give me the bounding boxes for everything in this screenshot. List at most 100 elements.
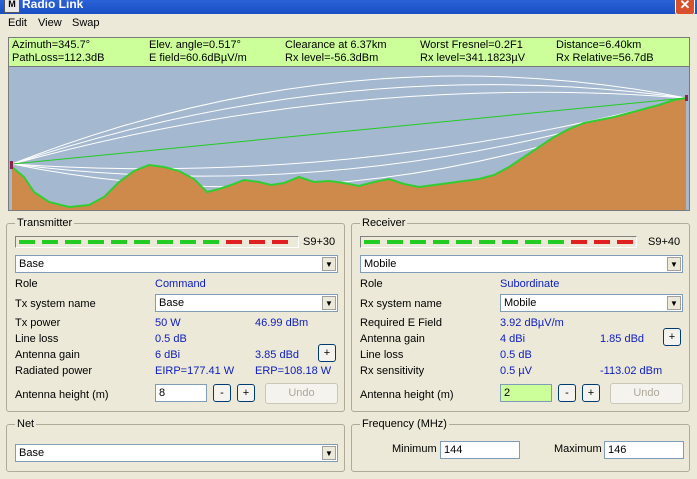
rx-meter-segment xyxy=(433,240,449,244)
tx-unit-dropdown[interactable]: Base ▼ xyxy=(15,255,338,273)
rx-system-value: Mobile xyxy=(504,297,537,309)
net-title: Net xyxy=(15,418,37,430)
tx-system-dropdown[interactable]: Base ▼ xyxy=(155,294,338,312)
receiver-group: Receiver S9+40 Mobile ▼ Role Subordinate… xyxy=(351,217,690,412)
rx-meter-segment xyxy=(502,240,518,244)
frequency-max-label: Maximum xyxy=(554,443,602,455)
chevron-down-icon[interactable]: ▼ xyxy=(667,257,681,271)
frequency-group: Frequency (MHz) Minimum 144 Maximum 146 xyxy=(351,418,690,472)
app-icon: M xyxy=(4,0,20,13)
menu-bar: Edit View Swap xyxy=(0,14,697,34)
net-group: Net Base ▼ xyxy=(6,418,345,472)
tx-antenna-marker xyxy=(10,161,13,169)
link-info-table: Azimuth=345.7° Elev. angle=0.517° Cleara… xyxy=(8,37,690,67)
tx-unit-value: Base xyxy=(19,258,45,270)
info-azimuth: Azimuth=345.7° xyxy=(12,39,91,51)
tx-height-minus-button[interactable]: - xyxy=(213,384,231,402)
tx-height-plus-button[interactable]: + xyxy=(237,384,255,402)
close-button[interactable]: ✕ xyxy=(675,0,695,14)
rx-height-minus-button[interactable]: - xyxy=(558,384,576,402)
terrain-profile-graphic xyxy=(9,67,689,210)
frequency-title: Frequency (MHz) xyxy=(360,418,449,430)
info-efield: E field=60.6dBµV/m xyxy=(149,52,247,64)
tx-meter-segment xyxy=(226,240,242,244)
tx-meter-segment xyxy=(249,240,265,244)
rx-antenna-height-label: Antenna height (m) xyxy=(360,389,454,401)
terrain-profile xyxy=(8,66,690,211)
rx-undo-button[interactable]: Undo xyxy=(610,383,683,404)
rx-required-efield-label: Required E Field xyxy=(360,317,442,329)
net-dropdown[interactable]: Base ▼ xyxy=(15,444,338,462)
tx-antenna-height-label: Antenna height (m) xyxy=(15,389,109,401)
tx-meter-segment xyxy=(157,240,173,244)
rx-sensitivity-uv: 0.5 µV xyxy=(500,365,533,377)
tx-power-label: Tx power xyxy=(15,317,61,329)
tx-power-dbm: 46.99 dBm xyxy=(255,317,309,329)
tx-meter-segment xyxy=(180,240,196,244)
info-elevation: Elev. angle=0.517° xyxy=(149,39,241,51)
tx-signal-meter xyxy=(15,236,299,248)
info-rx-level-dbm: Rx level=-56.3dBm xyxy=(285,52,379,64)
rx-meter-segment xyxy=(456,240,472,244)
chevron-down-icon[interactable]: ▼ xyxy=(667,296,681,310)
chevron-down-icon[interactable]: ▼ xyxy=(322,446,336,460)
tx-eirp: EIRP=177.41 W xyxy=(155,365,235,377)
rx-gain-plus-button[interactable]: + xyxy=(663,328,681,346)
rx-meter-segment xyxy=(594,240,610,244)
rx-antenna-marker xyxy=(685,95,688,101)
tx-radiated-power-label: Radiated power xyxy=(15,365,93,377)
rx-meter-label: S9+40 xyxy=(648,236,681,248)
receiver-title: Receiver xyxy=(360,217,408,229)
menu-swap[interactable]: Swap xyxy=(72,17,100,29)
frequency-min-label: Minimum xyxy=(392,443,437,455)
transmitter-title: Transmitter xyxy=(15,217,75,229)
tx-system-label: Tx system name xyxy=(15,298,96,310)
rx-line-loss-value: 0.5 dB xyxy=(500,349,532,361)
rx-required-efield-value: 3.92 dBµV/m xyxy=(500,317,564,329)
chevron-down-icon[interactable]: ▼ xyxy=(322,257,336,271)
rx-height-plus-button[interactable]: + xyxy=(582,384,600,402)
rx-line-loss-label: Line loss xyxy=(360,349,404,361)
tx-meter-segment xyxy=(42,240,58,244)
rx-meter-segment xyxy=(364,240,380,244)
rx-meter-segment xyxy=(617,240,633,244)
tx-antenna-height-input[interactable]: 8 xyxy=(155,384,207,402)
tx-gain-dbd: 3.85 dBd xyxy=(255,349,300,361)
tx-gain-plus-button[interactable]: + xyxy=(318,344,336,362)
transmitter-group: Transmitter S9+30 Base ▼ Role Command Tx… xyxy=(6,217,345,412)
rx-meter-segment xyxy=(571,240,587,244)
tx-undo-button[interactable]: Undo xyxy=(265,383,338,404)
rx-signal-meter xyxy=(360,236,637,248)
chevron-down-icon[interactable]: ▼ xyxy=(322,296,336,310)
tx-meter-segment xyxy=(65,240,81,244)
rx-role-value: Subordinate xyxy=(500,278,560,290)
info-pathloss: PathLoss=112.3dB xyxy=(12,52,105,64)
tx-role-label: Role xyxy=(15,278,38,290)
tx-meter-segment xyxy=(19,240,35,244)
rx-antenna-height-input[interactable]: 2 xyxy=(500,384,552,402)
rx-unit-dropdown[interactable]: Mobile ▼ xyxy=(360,255,683,273)
rx-gain-dbi: 4 dBi xyxy=(500,333,526,345)
rx-system-dropdown[interactable]: Mobile ▼ xyxy=(500,294,683,312)
rx-meter-segment xyxy=(525,240,541,244)
tx-meter-segment xyxy=(111,240,127,244)
tx-erp: ERP=108.18 W xyxy=(255,365,332,377)
info-rx-relative: Rx Relative=56.7dB xyxy=(556,52,654,64)
menu-edit[interactable]: Edit xyxy=(8,17,27,29)
rx-meter-segment xyxy=(387,240,403,244)
frequency-min-input[interactable]: 144 xyxy=(440,441,520,459)
info-worst-fresnel: Worst Fresnel=0.2F1 xyxy=(420,39,523,51)
tx-line-loss-label: Line loss xyxy=(15,333,59,345)
tx-role-value: Command xyxy=(155,278,206,290)
tx-meter-label: S9+30 xyxy=(303,236,336,248)
menu-view[interactable]: View xyxy=(38,17,62,29)
tx-line-loss-value: 0.5 dB xyxy=(155,333,187,345)
rx-meter-segment xyxy=(548,240,564,244)
rx-meter-segment xyxy=(479,240,495,244)
rx-antenna-gain-label: Antenna gain xyxy=(360,333,425,345)
tx-system-value: Base xyxy=(159,297,185,309)
frequency-max-input[interactable]: 146 xyxy=(604,441,684,459)
rx-system-label: Rx system name xyxy=(360,298,442,310)
tx-meter-segment xyxy=(272,240,288,244)
title-bar: M Radio Link ✕ xyxy=(0,0,697,14)
